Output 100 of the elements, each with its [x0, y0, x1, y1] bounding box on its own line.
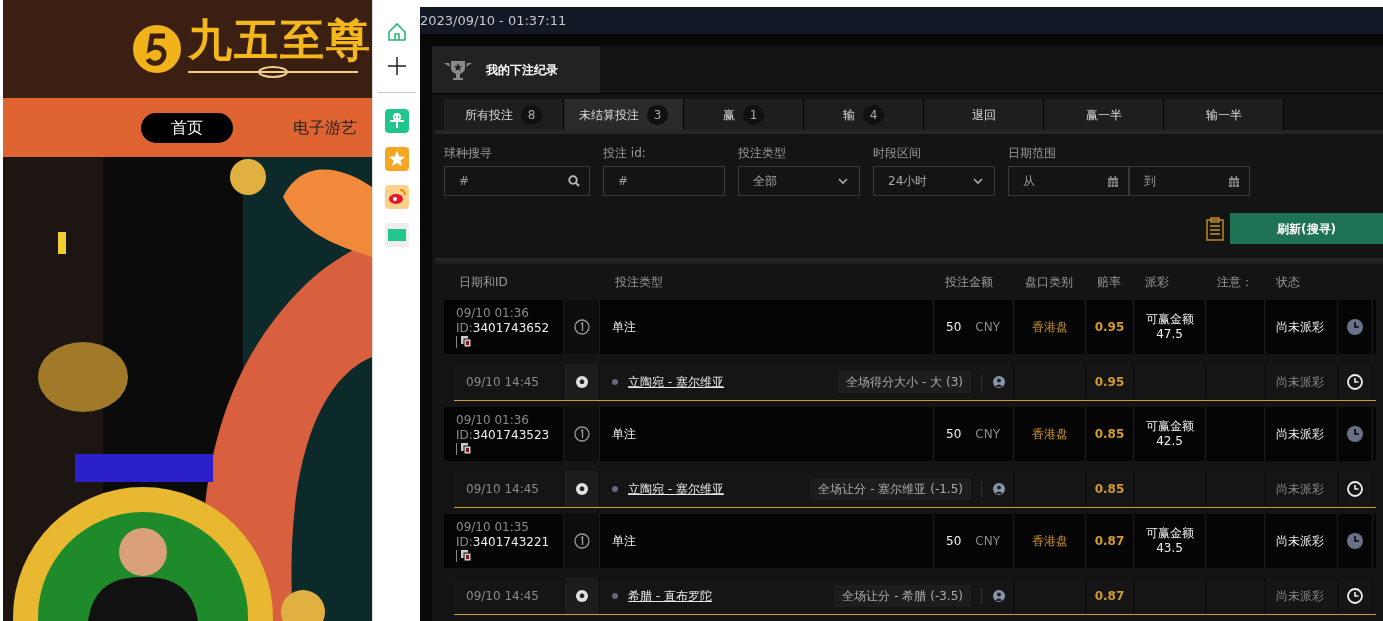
filter-tab[interactable]: 退回: [924, 99, 1044, 130]
currency: CNY: [975, 319, 1000, 336]
person-icon: [993, 376, 1005, 388]
select-field[interactable]: 24小时: [873, 166, 995, 196]
match-date: 09/10 14:45: [466, 588, 539, 605]
panel-tab[interactable]: 我的下注纪录: [432, 46, 600, 93]
trophy-icon: [444, 58, 472, 81]
selection-tag: 全场让分 - 塞尔维亚 (-1.5): [810, 478, 971, 500]
odds: 0.87: [1094, 588, 1125, 605]
leg-status: 尚未派彩: [1276, 588, 1324, 605]
stake: 50: [946, 426, 962, 443]
market-type: 香港盘: [1031, 533, 1068, 550]
clock-icon[interactable]: [1347, 588, 1363, 604]
person-icon: [993, 483, 1005, 495]
select-field[interactable]: 全部: [738, 166, 860, 196]
clock-icon[interactable]: [1347, 481, 1363, 497]
bet-id: ID:3401743523: [456, 428, 550, 443]
payout-label: 可赢金额: [1145, 312, 1194, 327]
payout-amount: 43.5: [1156, 541, 1183, 556]
stake: 50: [946, 319, 962, 336]
currency: CNY: [975, 426, 1000, 443]
filter-tab[interactable]: 所有投注 8: [444, 99, 564, 130]
copy-icon[interactable]: [461, 550, 471, 561]
clock-icon[interactable]: [1347, 374, 1363, 390]
logo-icon: [132, 24, 182, 74]
bet-status: 尚未派彩: [1276, 319, 1324, 336]
date-field[interactable]: 从: [1008, 166, 1129, 196]
odds: 0.85: [1094, 426, 1125, 443]
caret-icon: [837, 175, 849, 187]
dot-icon: [612, 593, 618, 599]
match-link[interactable]: 希腊 - 直布罗陀: [628, 587, 712, 605]
divider-line-icon: [456, 336, 458, 348]
field-label: 球种搜寻: [444, 145, 493, 162]
filter-tab[interactable]: 输一半: [1164, 99, 1284, 130]
filter-tab[interactable]: 赢 1: [684, 99, 804, 130]
match-date: 09/10 14:45: [466, 374, 539, 391]
person-icon: [993, 590, 1005, 602]
soccer-ball-icon: [574, 482, 589, 496]
field-label: 投注类型: [738, 145, 787, 162]
soccer-ball-icon: [574, 375, 589, 389]
odds: 0.95: [1094, 319, 1125, 336]
panel-title: 我的下注纪录: [486, 61, 558, 79]
selection-tag: 全场让分 - 希腊 (-3.5): [834, 585, 971, 607]
bet-id: ID:3401743652: [456, 321, 550, 336]
number-one-icon: [573, 426, 590, 442]
clipboard-icon[interactable]: [1206, 216, 1224, 241]
filter-tab[interactable]: 未结算投注 3: [564, 99, 684, 130]
clock-text: 2023/09/10 - 01:37:11: [420, 11, 567, 30]
match-link[interactable]: 立陶宛 - 塞尔维亚: [628, 373, 724, 391]
calendar-icon: [1228, 174, 1240, 188]
plus-icon[interactable]: [386, 56, 407, 76]
site-logo-text: 九五至尊: [188, 18, 372, 62]
copy-icon[interactable]: [461, 443, 471, 454]
home-icon[interactable]: [386, 22, 407, 42]
number-one-icon: [573, 533, 590, 549]
column-header: 派彩: [1144, 274, 1170, 291]
column-header: 投注类型: [614, 274, 664, 291]
field-label: 日期范围: [1008, 145, 1057, 162]
match-date: 09/10 14:45: [466, 481, 539, 498]
nav-tab[interactable]: 电子游艺: [263, 112, 372, 143]
odds: 0.87: [1094, 533, 1125, 550]
filter-tab[interactable]: 赢一半: [1044, 99, 1164, 130]
odds: 0.85: [1094, 481, 1125, 498]
soccer-ball-icon: [574, 589, 589, 603]
leg-status: 尚未派彩: [1276, 481, 1324, 498]
date-field[interactable]: 到: [1129, 166, 1250, 196]
filter-tab[interactable]: 输 4: [804, 99, 924, 130]
dot-icon: [612, 379, 618, 385]
column-header: 日期和ID: [458, 274, 509, 291]
input-field[interactable]: #: [444, 166, 590, 196]
bet-type: 单注: [612, 319, 636, 336]
dot-icon: [612, 486, 618, 492]
number-one-icon: [573, 319, 590, 335]
divider-line-icon: [456, 550, 458, 562]
currency: CNY: [975, 533, 1000, 550]
selection-tag: 全场得分大小 - 大 (3): [838, 371, 971, 393]
payout-amount: 47.5: [1156, 327, 1183, 342]
caret-icon: [972, 175, 984, 187]
market-type: 香港盘: [1031, 319, 1068, 336]
bet-id: ID:3401743221: [456, 535, 550, 550]
market-type: 香港盘: [1031, 426, 1068, 443]
bet-status: 尚未派彩: [1276, 426, 1324, 443]
calendar-icon: [1107, 174, 1119, 188]
bet-type: 单注: [612, 426, 636, 443]
column-header: 投注金额: [944, 274, 994, 291]
column-header: 赔率: [1096, 274, 1122, 291]
bet-date: 09/10 01:36: [456, 306, 529, 321]
column-header: 盘口类别: [1024, 274, 1074, 291]
field-label: 投注 id:: [603, 145, 647, 162]
search-icon: [568, 175, 580, 187]
payout-label: 可赢金额: [1145, 419, 1194, 434]
weibo-icon[interactable]: [384, 185, 409, 209]
nav-tab[interactable]: 首页: [141, 112, 233, 143]
match-link[interactable]: 立陶宛 - 塞尔维亚: [628, 480, 724, 498]
copy-icon[interactable]: [461, 336, 471, 347]
leg-status: 尚未派彩: [1276, 374, 1324, 391]
stake: 50: [946, 533, 962, 550]
divider-line-icon: [456, 443, 458, 455]
input-field[interactable]: #: [603, 166, 725, 196]
refresh-button[interactable]: 刷新(搜寻): [1230, 213, 1383, 244]
